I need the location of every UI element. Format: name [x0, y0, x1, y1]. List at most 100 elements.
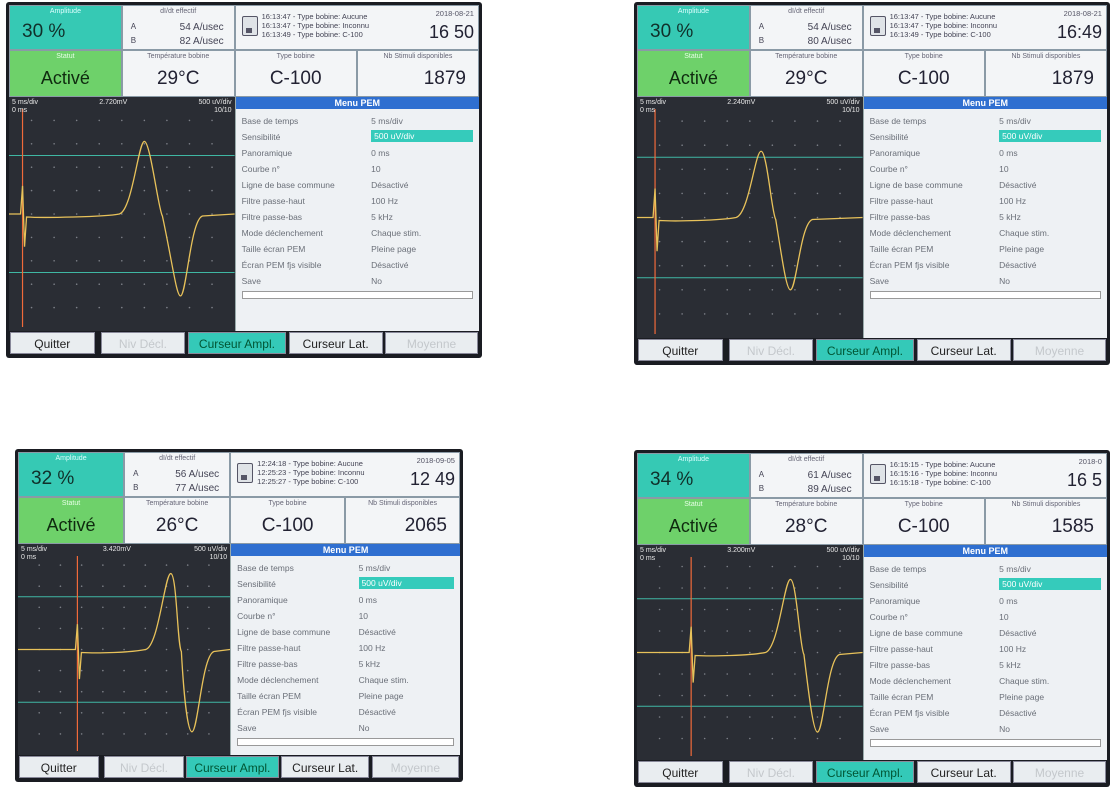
menu-row[interactable]: Mode déclenchement Chaque stim. [242, 225, 473, 241]
status-cell[interactable]: Statut Activé [9, 50, 122, 97]
amplitude-cursor-button[interactable]: Curseur Ampl. [815, 761, 915, 783]
quit-button[interactable]: Quitter [638, 761, 723, 783]
average-button[interactable]: Moyenne [1013, 761, 1107, 783]
menu-row[interactable]: Sensibilité 500 uV/div [242, 129, 473, 145]
latency-cursor-button[interactable]: Curseur Lat. [916, 761, 1011, 783]
amplitude-cell[interactable]: Amplitude 30 % [9, 5, 122, 51]
menu-row-value: 5 ms/div [358, 563, 391, 573]
menu-row[interactable]: Écran PEM fjs visible Désactivé [242, 257, 473, 273]
mep-trace-plot[interactable] [637, 97, 863, 338]
menu-row[interactable]: Base de temps 5 ms/div [870, 561, 1101, 577]
menu-row[interactable]: Sensibilité 500 uV/div [870, 577, 1101, 593]
menu-row[interactable]: Filtre passe-haut 100 Hz [242, 193, 473, 209]
menu-row[interactable]: Taille écran PEM Pleine page [237, 688, 454, 704]
status-cell[interactable]: Statut Activé [18, 497, 125, 544]
amplitude-cursor-button[interactable]: Curseur Ampl. [185, 756, 279, 778]
disk-icon[interactable] [869, 16, 886, 36]
menu-row[interactable]: Ligne de base commune Désactivé [242, 177, 473, 193]
menu-row[interactable]: Filtre passe-bas 5 kHz [237, 656, 454, 672]
average-button[interactable]: Moyenne [371, 756, 460, 778]
menu-row[interactable]: Save No [870, 721, 1101, 737]
status-cell[interactable]: Statut Activé [637, 50, 750, 97]
menu-row[interactable]: Sensibilité 500 uV/div [237, 576, 454, 592]
menu-row[interactable]: Ligne de base commune Désactivé [870, 625, 1101, 641]
oscilloscope[interactable]: 5 ms/div 0 ms 3.420mV 500 uV/div 10/10 [18, 544, 231, 755]
latency-cursor-button[interactable]: Curseur Lat. [916, 339, 1011, 361]
menu-row[interactable]: Save No [870, 273, 1101, 289]
grid-dot [30, 143, 33, 145]
menu-row[interactable]: Base de temps 5 ms/div [870, 113, 1101, 129]
grid-dot [794, 144, 796, 146]
trigger-level-button[interactable]: Niv Décl. [728, 339, 814, 361]
grid-dot [123, 712, 125, 714]
amplitude-cell[interactable]: Amplitude 32 % [18, 452, 125, 498]
trigger-level-button[interactable]: Niv Décl. [104, 756, 184, 778]
average-button[interactable]: Moyenne [1013, 339, 1107, 361]
menu-row[interactable]: Base de temps 5 ms/div [242, 113, 473, 129]
menu-row-value: 100 Hz [358, 643, 386, 653]
menu-row[interactable]: Courbe n° 10 [870, 609, 1101, 625]
quit-button[interactable]: Quitter [638, 339, 723, 361]
menu-row[interactable]: Ligne de base commune Désactivé [237, 624, 454, 640]
quit-button[interactable]: Quitter [10, 332, 95, 354]
mep-trace-plot[interactable] [637, 545, 863, 760]
amplitude-cursor-button[interactable]: Curseur Ampl. [815, 339, 915, 361]
menu-row-label: Courbe n° [869, 164, 908, 174]
status-cell[interactable]: Statut Activé [637, 498, 750, 545]
grid-dot [53, 260, 55, 262]
menu-row[interactable]: Ligne de base commune Désactivé [870, 177, 1101, 193]
mep-trace [637, 578, 863, 733]
disk-icon[interactable] [869, 464, 886, 484]
menu-row[interactable]: Sensibilité 500 uV/div [870, 129, 1101, 145]
menu-row[interactable]: Filtre passe-bas 5 kHz [242, 209, 473, 225]
amplitude-cursor-button[interactable]: Curseur Ampl. [187, 332, 287, 354]
oscilloscope[interactable]: 5 ms/div 0 ms 2.720mV 500 uV/div 10/10 [9, 97, 235, 331]
menu-row[interactable]: Taille écran PEM Pleine page [870, 689, 1101, 705]
mep-trace-plot[interactable] [9, 97, 235, 331]
disk-icon[interactable] [237, 463, 254, 483]
menu-row[interactable]: Mode déclenchement Chaque stim. [870, 673, 1101, 689]
menu-row[interactable]: Panoramique 0 ms [237, 592, 454, 608]
grid-dot [794, 216, 796, 219]
mep-trace-plot[interactable] [18, 544, 231, 755]
dvdt-a-value: 54 A/usec [179, 22, 224, 33]
menu-row[interactable]: Filtre passe-haut 100 Hz [870, 193, 1101, 209]
menu-row[interactable]: Filtre passe-bas 5 kHz [870, 209, 1101, 225]
oscilloscope[interactable]: 5 ms/div 0 ms 3.200mV 500 uV/div 10/10 [637, 545, 863, 760]
amplitude-cell[interactable]: Amplitude 30 % [637, 5, 750, 51]
latency-cursor-button[interactable]: Curseur Lat. [280, 756, 370, 778]
quit-button[interactable]: Quitter [19, 756, 99, 778]
menu-row[interactable]: Taille écran PEM Pleine page [242, 241, 473, 257]
menu-row[interactable]: Courbe n° 10 [870, 161, 1101, 177]
trigger-level-button[interactable]: Niv Décl. [100, 332, 186, 354]
menu-row-value: Pleine page [999, 692, 1045, 702]
menu-row[interactable]: Courbe n° 10 [237, 608, 454, 624]
coil-type-cell: Type bobine C-100 [230, 497, 346, 544]
menu-row[interactable]: Base de temps 5 ms/div [237, 560, 454, 576]
grid-dot [794, 608, 796, 611]
menu-row[interactable]: Panoramique 0 ms [242, 145, 473, 161]
menu-row[interactable]: Filtre passe-haut 100 Hz [237, 640, 454, 656]
menu-row[interactable]: Mode déclenchement Chaque stim. [870, 225, 1101, 241]
menu-row[interactable]: Mode déclenchement Chaque stim. [237, 672, 454, 688]
amplitude-cell[interactable]: Amplitude 34 % [637, 453, 750, 499]
menu-row[interactable]: Écran PEM fjs visible Désactivé [237, 704, 454, 720]
menu-row[interactable]: Save No [242, 273, 473, 289]
menu-row[interactable]: Taille écran PEM Pleine page [870, 241, 1101, 257]
menu-row[interactable]: Écran PEM fjs visible Désactivé [870, 705, 1101, 721]
menu-row[interactable]: Écran PEM fjs visible Désactivé [870, 257, 1101, 273]
menu-row[interactable]: Panoramique 0 ms [870, 593, 1101, 609]
menu-row[interactable]: Filtre passe-bas 5 kHz [870, 657, 1101, 673]
disk-icon[interactable] [241, 16, 258, 36]
oscilloscope[interactable]: 5 ms/div 0 ms 2.240mV 500 uV/div 10/10 [637, 97, 863, 338]
menu-row[interactable]: Panoramique 0 ms [870, 145, 1101, 161]
menu-row[interactable]: Filtre passe-haut 100 Hz [870, 641, 1101, 657]
menu-row[interactable]: Save No [237, 720, 454, 736]
latency-cursor-button[interactable]: Curseur Lat. [288, 332, 383, 354]
grid-dot [703, 264, 706, 267]
trigger-level-button[interactable]: Niv Décl. [728, 761, 814, 783]
grid-dot [188, 306, 191, 309]
coil-type-value: C-100 [261, 514, 314, 536]
menu-row[interactable]: Courbe n° 10 [242, 161, 473, 177]
average-button[interactable]: Moyenne [385, 332, 479, 354]
